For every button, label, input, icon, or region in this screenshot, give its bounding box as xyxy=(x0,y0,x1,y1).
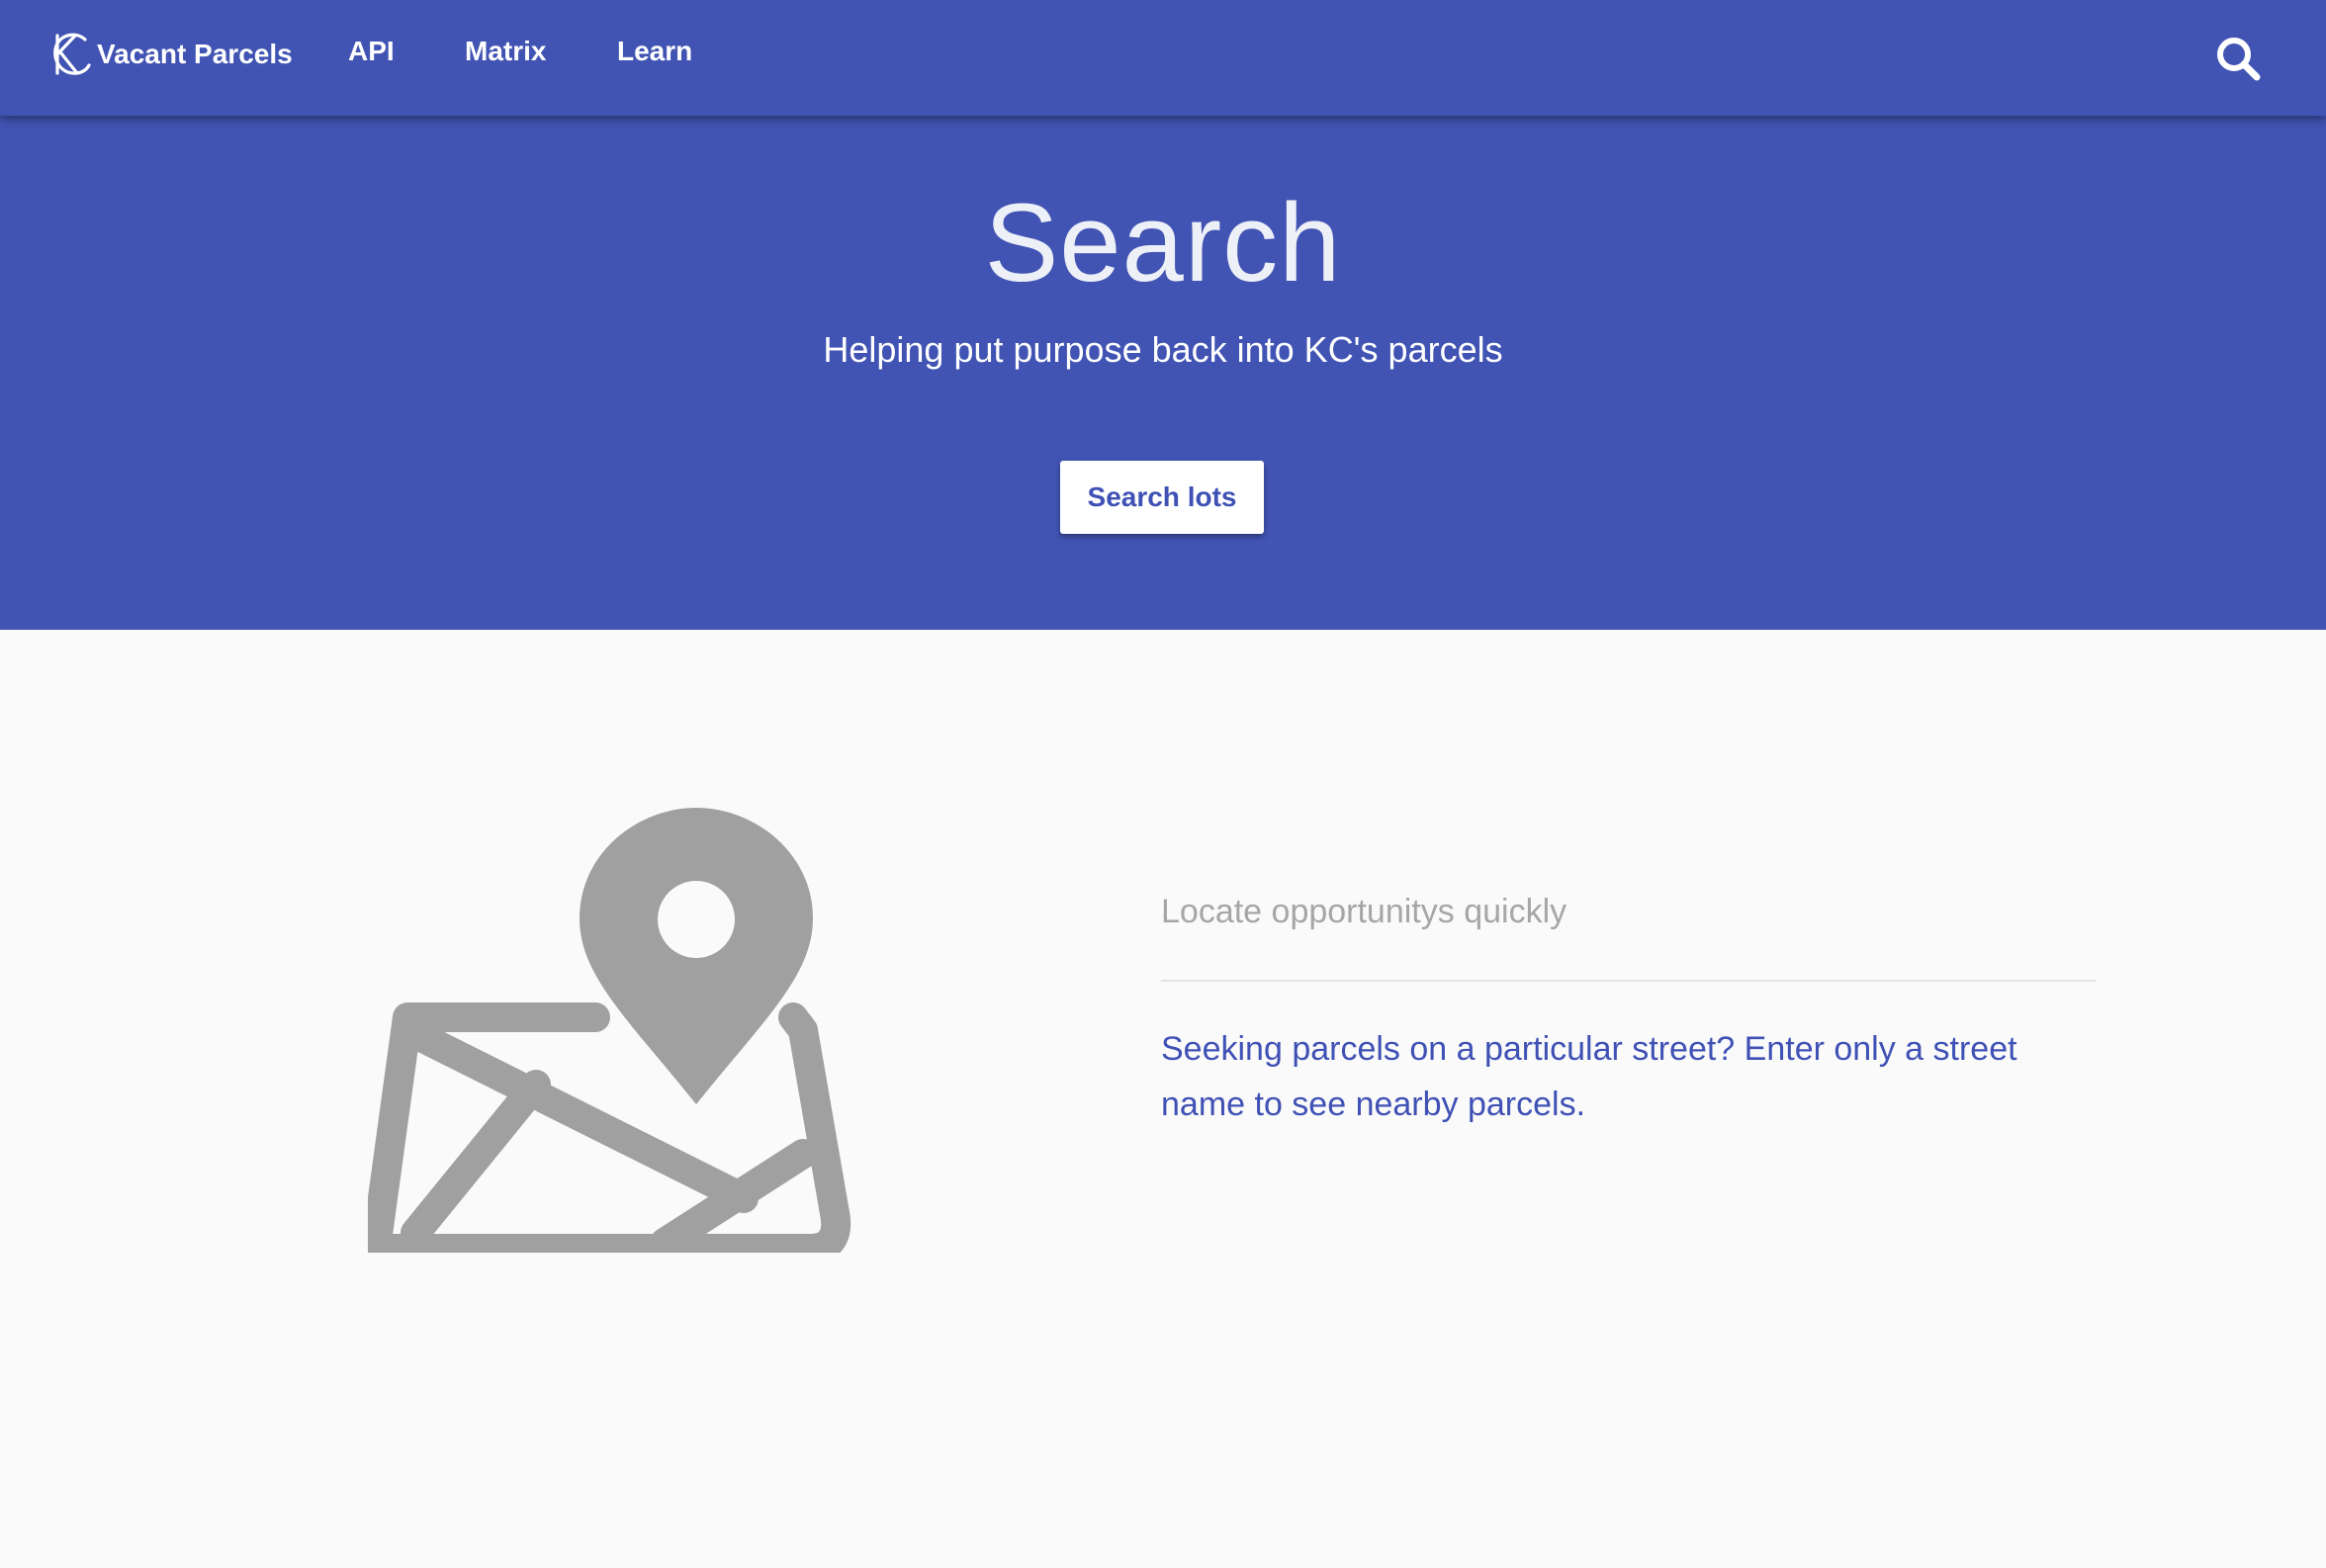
hero-banner: Search Helping put purpose back into KC'… xyxy=(0,116,2326,630)
kc-logo-icon xyxy=(53,33,91,75)
map-pin-icon xyxy=(368,808,851,1253)
search-lots-button[interactable]: Search lots xyxy=(1060,461,1264,534)
brand-link[interactable]: Vacant Parcels xyxy=(47,30,293,79)
page-title: Search xyxy=(984,181,1342,305)
feature-section: Locate opportunitys quickly Seeking parc… xyxy=(0,630,2326,1568)
brand-name: Vacant Parcels xyxy=(97,39,293,69)
nav-link-api[interactable]: API xyxy=(348,36,395,67)
feature-divider xyxy=(1161,980,2097,982)
top-navbar: Vacant Parcels API Matrix Learn xyxy=(0,0,2326,116)
search-icon[interactable] xyxy=(2213,34,2263,83)
nav-link-matrix[interactable]: Matrix xyxy=(465,36,546,67)
hero-subtitle: Helping put purpose back into KC's parce… xyxy=(823,329,1503,370)
feature-description: Seeking parcels on a particular street? … xyxy=(1161,1030,2017,1123)
feature-heading: Locate opportunitys quickly xyxy=(1161,893,1567,930)
nav-link-learn[interactable]: Learn xyxy=(617,36,692,67)
